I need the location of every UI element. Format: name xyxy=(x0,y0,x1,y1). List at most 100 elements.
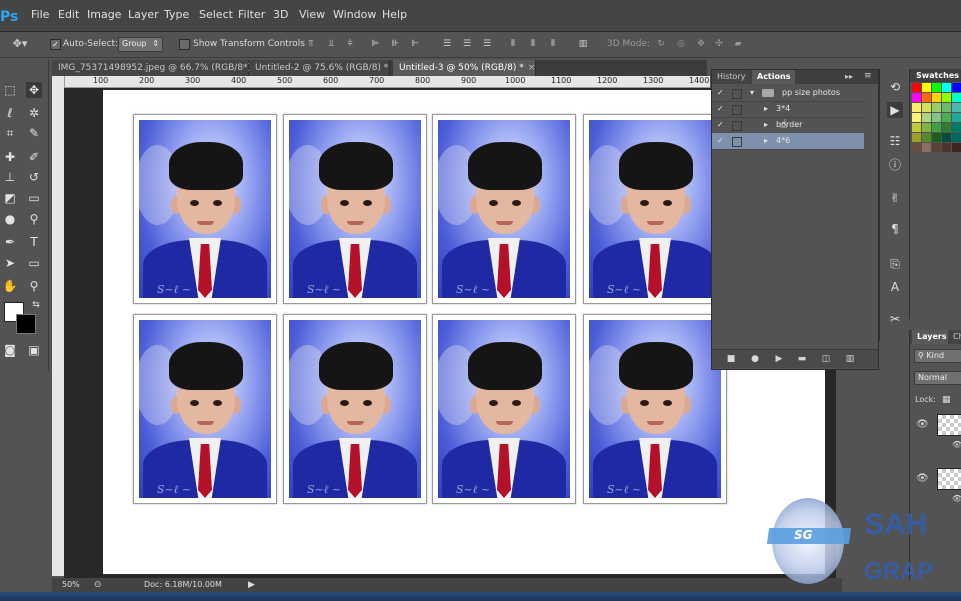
visibility-eye-icon[interactable]: 👁 xyxy=(952,440,961,449)
color-swatch[interactable] xyxy=(922,143,931,152)
layer-thumbnail[interactable] xyxy=(937,468,961,490)
color-swatch[interactable] xyxy=(912,93,921,102)
align-bottom-icon[interactable]: ⫩ xyxy=(343,38,357,50)
color-swatch[interactable] xyxy=(912,143,921,152)
toggle-check-icon[interactable]: ✓ xyxy=(717,133,727,149)
toggle-check-icon[interactable]: ✓ xyxy=(717,117,727,133)
new-action-icon[interactable]: ◫ xyxy=(819,353,833,365)
tab-history[interactable]: History xyxy=(712,70,751,84)
info-panel-icon[interactable]: ⓘ xyxy=(887,157,903,173)
color-swatch[interactable] xyxy=(922,123,931,132)
clone-source-panel-icon[interactable]: ⎘ xyxy=(887,256,903,272)
paragraph-panel-icon[interactable]: ¶ xyxy=(887,221,903,237)
history-panel-icon[interactable]: ⟲ xyxy=(887,79,903,95)
menu-select[interactable]: Select xyxy=(199,7,233,23)
lock-transparency-icon[interactable]: ▦ xyxy=(942,395,951,405)
collapse-panel-icon[interactable]: ▸▸ xyxy=(845,72,853,81)
auto-select-dropdown[interactable]: Group ⇕ xyxy=(118,37,163,52)
expand-right-icon[interactable]: ▸ xyxy=(764,101,768,117)
distribute-bottom-icon[interactable]: ☰ xyxy=(480,38,494,50)
tab-actions[interactable]: Actions xyxy=(752,70,796,84)
color-swatch[interactable] xyxy=(942,123,951,132)
color-swatch[interactable] xyxy=(942,113,951,122)
color-swatch[interactable] xyxy=(912,83,921,92)
visibility-eye-icon[interactable]: 👁 xyxy=(916,473,929,484)
tool-presets-panel-icon[interactable]: ✂ xyxy=(887,311,903,327)
distribute-hcenter-icon[interactable]: ⦀ xyxy=(526,38,540,50)
color-swatch[interactable] xyxy=(912,123,921,132)
color-swatch[interactable] xyxy=(942,143,951,152)
menu-type[interactable]: Type xyxy=(164,7,189,23)
type-tool-icon[interactable]: T xyxy=(26,234,42,250)
quick-mask-icon[interactable]: ◙ xyxy=(2,342,18,358)
layer-thumbnail[interactable] xyxy=(937,414,961,436)
auto-select-checkbox[interactable]: ✓ xyxy=(50,39,61,50)
color-swatch[interactable] xyxy=(932,103,941,112)
delete-icon[interactable]: ▥ xyxy=(843,353,857,365)
color-swatch[interactable] xyxy=(922,93,931,102)
align-vcenter-icon[interactable]: ⫫ xyxy=(324,38,338,50)
new-set-folder-icon[interactable]: ▬ xyxy=(795,353,809,365)
brush-tool-icon[interactable]: ✐ xyxy=(26,149,42,165)
eyedropper-tool-icon[interactable]: ✎ xyxy=(26,125,42,141)
blur-tool-icon[interactable]: ● xyxy=(2,211,18,227)
distribute-top-icon[interactable]: ☰ xyxy=(440,38,454,50)
dialog-toggle-box[interactable] xyxy=(732,105,742,115)
color-swatch[interactable] xyxy=(932,133,941,142)
align-top-icon[interactable]: ⫪ xyxy=(304,38,318,50)
hand-tool-icon[interactable]: ✋ xyxy=(2,278,18,294)
color-swatch[interactable] xyxy=(932,143,941,152)
background-color-swatch[interactable] xyxy=(16,314,36,334)
menu-image[interactable]: Image xyxy=(87,7,121,23)
toggle-check-icon[interactable]: ✓ xyxy=(717,101,727,117)
swap-colors-icon[interactable]: ⇆ xyxy=(28,297,44,313)
properties-panel-icon[interactable]: ☷ xyxy=(887,133,903,149)
pen-tool-icon[interactable]: ✒ xyxy=(2,234,18,250)
color-swatch[interactable] xyxy=(932,83,941,92)
color-swatch[interactable] xyxy=(912,103,921,112)
visibility-eye-icon[interactable]: 👁 xyxy=(916,419,929,430)
color-swatch[interactable] xyxy=(932,93,941,102)
tab-document-2[interactable]: Untitled-2 @ 75.6% (RGB/8) *× xyxy=(249,60,400,76)
layer-filter-dropdown[interactable]: ⚲ Kind xyxy=(914,349,961,363)
3d-rotate-icon[interactable]: ↻ xyxy=(654,38,668,50)
tab-document-1[interactable]: IMG_75371498952.jpeg @ 66.7% (RGB/8*)× xyxy=(52,60,263,76)
action-row[interactable]: ✓ ▸ 3*4 xyxy=(712,101,864,118)
menu-help[interactable]: Help xyxy=(382,7,407,23)
3d-camera-icon[interactable]: ▰ xyxy=(731,38,745,50)
zoom-level[interactable]: 50% xyxy=(62,578,80,592)
menu-filter[interactable]: Filter xyxy=(238,7,265,23)
color-swatch[interactable] xyxy=(922,133,931,142)
color-swatch[interactable] xyxy=(932,123,941,132)
menu-file[interactable]: File xyxy=(31,7,49,23)
menu-layer[interactable]: Layer xyxy=(128,7,159,23)
align-hcenter-icon[interactable]: ⊪ xyxy=(388,38,402,50)
marquee-tool-icon[interactable]: ⬚ xyxy=(2,82,18,98)
3d-pan-icon[interactable]: ✥ xyxy=(694,38,708,50)
color-swatch[interactable] xyxy=(912,113,921,122)
dodge-tool-icon[interactable]: ⚲ xyxy=(26,211,42,227)
clone-stamp-tool-icon[interactable]: ⊥ xyxy=(2,169,18,185)
action-set-row[interactable]: ✓ ▾ pp size photos xyxy=(712,85,864,102)
gradient-tool-icon[interactable]: ▭ xyxy=(26,190,42,206)
move-tool-icon[interactable]: ✥ xyxy=(26,82,42,98)
status-menu-arrow-icon[interactable]: ▶ xyxy=(248,578,255,592)
tab-channels[interactable]: Ch xyxy=(948,330,961,344)
expand-right-icon[interactable]: ▸ xyxy=(764,133,768,149)
color-swatch[interactable] xyxy=(952,143,961,152)
blend-mode-dropdown[interactable]: Normal xyxy=(914,371,961,385)
color-swatch[interactable] xyxy=(922,83,931,92)
magic-wand-tool-icon[interactable]: ✲ xyxy=(26,105,42,121)
record-icon[interactable]: ● xyxy=(748,353,762,365)
align-left-icon[interactable]: ⊫ xyxy=(368,38,382,50)
panel-menu-icon[interactable]: ≡ xyxy=(864,71,872,81)
expand-down-icon[interactable]: ▾ xyxy=(750,85,754,101)
color-swatch[interactable] xyxy=(952,83,961,92)
zoom-tool-icon[interactable]: ⚲ xyxy=(26,278,42,294)
menu-window[interactable]: Window xyxy=(333,7,376,23)
screen-mode-icon[interactable]: ▣ xyxy=(26,342,42,358)
color-swatch[interactable] xyxy=(952,113,961,122)
distribute-right-icon[interactable]: ⦀ xyxy=(546,38,560,50)
dialog-toggle-box[interactable] xyxy=(732,137,742,147)
status-info-icon[interactable]: ⊙ xyxy=(94,578,102,592)
